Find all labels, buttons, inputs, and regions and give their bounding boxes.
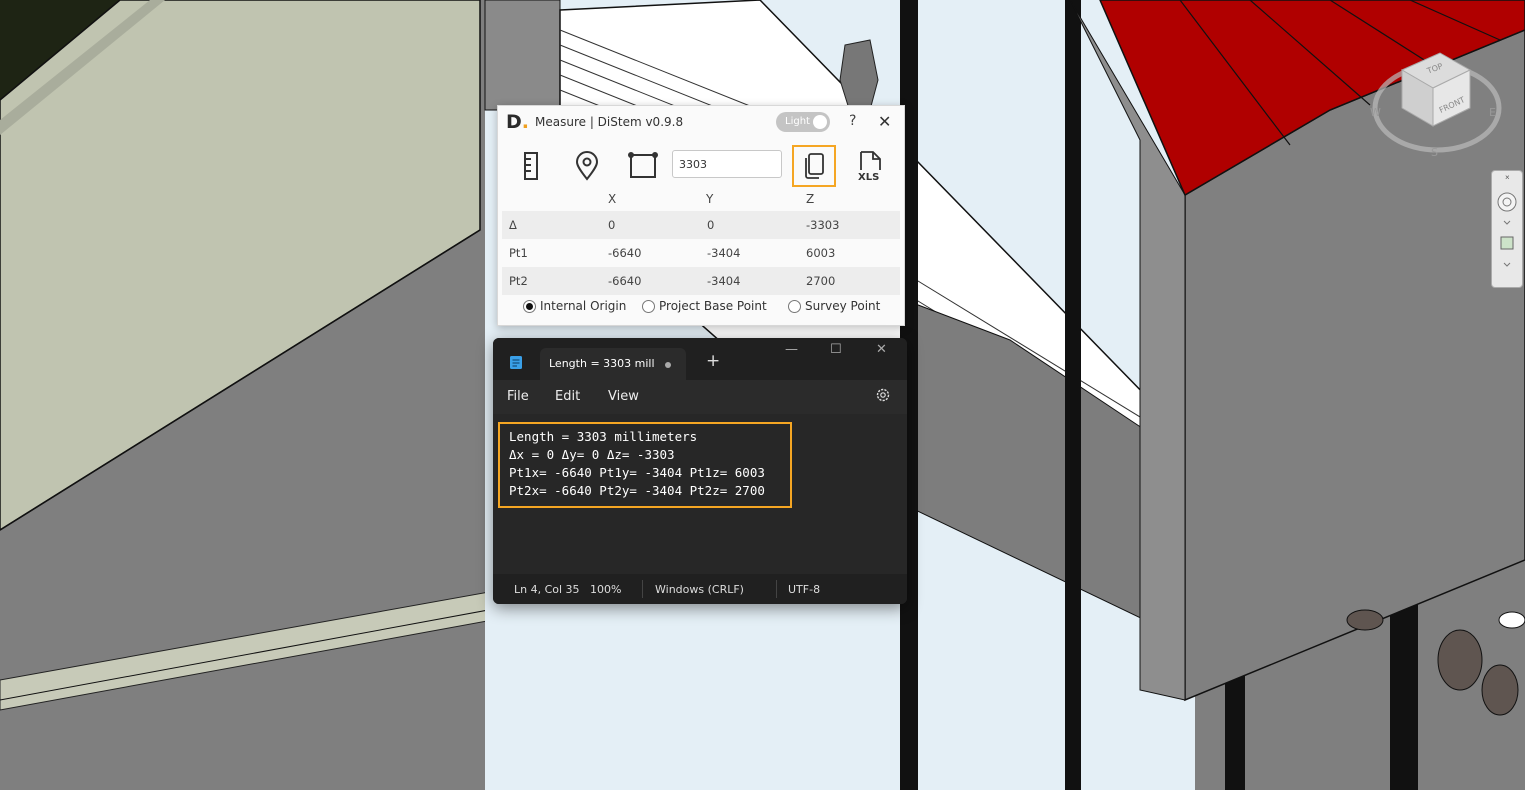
- menu-view[interactable]: View: [608, 389, 639, 404]
- cell-x: 0: [608, 218, 616, 232]
- line-endings: Windows (CRLF): [655, 583, 744, 596]
- cell-x: -6640: [608, 246, 642, 260]
- cell-y: -3404: [707, 274, 741, 288]
- table-row: Pt2 -6640 -3404 2700: [502, 267, 900, 295]
- close-button[interactable]: ✕: [878, 112, 891, 131]
- dialog-title: Measure | DiStem v0.9.8: [535, 115, 684, 129]
- round-table: [1498, 611, 1525, 629]
- location-pin-icon: [575, 151, 599, 181]
- zoom-level: 100%: [590, 583, 622, 596]
- cell-y: -3404: [707, 246, 741, 260]
- cell-z: -3303: [806, 218, 840, 232]
- help-button[interactable]: ?: [849, 113, 856, 129]
- cell-y: 0: [707, 218, 715, 232]
- radio-circle: [523, 300, 536, 313]
- settings-gear-icon[interactable]: [875, 387, 891, 403]
- cell-x: -6640: [608, 274, 642, 288]
- compass-w: W: [1370, 106, 1381, 119]
- svg-text:×: ×: [1505, 173, 1510, 182]
- notepad-window: Length = 3303 mill + — ☐ ✕ File Edit Vie…: [493, 338, 907, 604]
- copy-icon: [805, 153, 824, 179]
- table-row: Pt1 -6640 -3404 6003: [502, 239, 900, 267]
- unsaved-indicator: [665, 362, 671, 368]
- xls-file-icon: XLS: [858, 151, 881, 182]
- column-x: X: [608, 192, 617, 206]
- radio-internal-origin[interactable]: Internal Origin: [523, 299, 626, 313]
- box-tool-button[interactable]: [623, 146, 663, 186]
- editor-line: Length = 3303 millimeters: [509, 429, 698, 444]
- column-z: Z: [806, 192, 815, 206]
- status-divider: [642, 580, 643, 598]
- cursor-position: Ln 4, Col 35: [514, 583, 580, 596]
- steering-wheel-icon: [1497, 192, 1517, 212]
- toggle-knob: [813, 115, 827, 129]
- status-bar: Ln 4, Col 35 100% Windows (CRLF) UTF-8: [493, 574, 907, 604]
- encoding: UTF-8: [788, 583, 821, 596]
- radio-label: Internal Origin: [540, 299, 627, 313]
- export-xls-button[interactable]: XLS: [850, 146, 890, 186]
- theme-toggle-label: Light: [785, 116, 810, 127]
- editor-line: Δx = 0 Δy= 0 Δz= -3303: [509, 447, 675, 462]
- radio-circle: [788, 300, 801, 313]
- radio-project-base-point[interactable]: Project Base Point: [642, 299, 767, 313]
- notepad-tabbar[interactable]: Length = 3303 mill + — ☐ ✕: [493, 338, 907, 380]
- row-label: Pt2: [509, 274, 528, 288]
- distem-logo: D.: [506, 111, 529, 133]
- menu-edit[interactable]: Edit: [555, 389, 580, 404]
- menu-file[interactable]: File: [507, 389, 529, 404]
- row-label: Pt1: [509, 246, 528, 260]
- minimize-button[interactable]: —: [785, 342, 798, 357]
- copy-button[interactable]: [792, 145, 836, 187]
- theme-toggle[interactable]: Light: [776, 112, 830, 132]
- window-frame-2: [1065, 0, 1081, 790]
- maximize-button[interactable]: ☐: [830, 342, 842, 357]
- ruler-icon: [524, 152, 538, 180]
- text-editor[interactable]: Length = 3303 millimeters Δx = 0 Δy= 0 Δz…: [493, 414, 907, 574]
- measure-titlebar[interactable]: D. Measure | DiStem v0.9.8 Light ? ✕: [498, 106, 904, 138]
- building-wall-left: [484, 0, 561, 111]
- notepad-app-icon: [510, 356, 522, 369]
- table-row: Δ 0 0 -3303: [502, 211, 900, 239]
- editor-line: Pt1x= -6640 Pt1y= -3404 Pt1z= 6003: [509, 465, 765, 480]
- bounding-box-icon: [628, 152, 658, 178]
- radio-circle: [642, 300, 655, 313]
- tab-title: Length = 3303 mill: [549, 357, 655, 370]
- radio-label: Survey Point: [805, 299, 881, 313]
- compass-s: S: [1431, 146, 1438, 159]
- point-tool-button[interactable]: [567, 146, 607, 186]
- new-tab-button[interactable]: +: [706, 351, 720, 371]
- column-y: Y: [706, 192, 714, 206]
- radio-survey-point[interactable]: Survey Point: [788, 299, 880, 313]
- radio-label: Project Base Point: [659, 299, 767, 313]
- status-divider: [776, 580, 777, 598]
- length-field[interactable]: [672, 150, 782, 178]
- close-window-button[interactable]: ✕: [876, 342, 887, 357]
- editor-text: Length = 3303 millimeters Δx = 0 Δy= 0 Δz…: [509, 428, 765, 500]
- menu-bar: File Edit View: [493, 380, 907, 414]
- compass-e: E: [1489, 106, 1496, 119]
- cell-z: 2700: [806, 274, 836, 288]
- editor-line: Pt2x= -6640 Pt2y= -3404 Pt2z= 2700: [509, 483, 765, 498]
- ruler-tool-button[interactable]: [511, 146, 551, 186]
- cell-z: 6003: [806, 246, 836, 260]
- svg-text:XLS: XLS: [858, 172, 879, 182]
- window-frame-4: [1390, 600, 1418, 790]
- zoom-icon: [1500, 236, 1514, 250]
- tab-document[interactable]: Length = 3303 mill: [540, 348, 686, 380]
- measure-dialog: D. Measure | DiStem v0.9.8 Light ? ✕ XLS…: [497, 105, 905, 326]
- navigation-bar[interactable]: ×: [1491, 170, 1523, 288]
- row-label: Δ: [509, 218, 517, 232]
